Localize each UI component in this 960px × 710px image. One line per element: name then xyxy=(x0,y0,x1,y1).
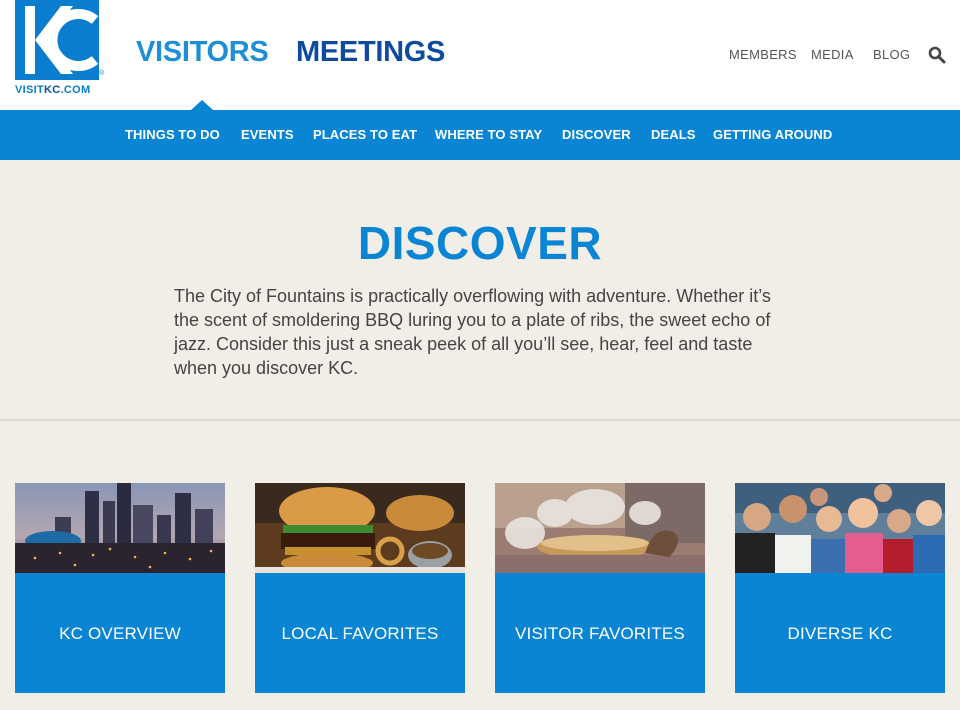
card-label-box: KC OVERVIEW xyxy=(15,573,225,693)
link-media[interactable]: MEDIA xyxy=(811,47,854,62)
card-visitor-favorites[interactable]: VISITOR FAVORITES xyxy=(495,483,705,693)
card-label: LOCAL FAVORITES xyxy=(281,624,439,643)
site-header: ® VISITKC.COM VISITORS MEETINGS MEMBERS … xyxy=(0,0,960,110)
card-diverse-kc[interactable]: DIVERSE KC xyxy=(735,483,945,693)
link-blog[interactable]: BLOG xyxy=(873,47,910,62)
search-icon[interactable] xyxy=(928,46,946,64)
subnav-getting-around[interactable]: GETTING AROUND xyxy=(713,127,832,142)
card-label: DIVERSE KC xyxy=(787,624,893,643)
burger-image xyxy=(255,483,465,573)
intro-paragraph: The City of Fountains is practically ove… xyxy=(174,286,771,378)
card-kc-overview[interactable]: KC OVERVIEW xyxy=(15,483,225,693)
registered-mark: ® xyxy=(99,70,105,77)
card-local-favorites[interactable]: LOCAL FAVORITES xyxy=(255,483,465,693)
crowd-image xyxy=(735,483,945,573)
card-label: KC OVERVIEW xyxy=(59,624,181,643)
active-section-caret xyxy=(191,100,213,110)
logo-wordmark: VISITKC.COM xyxy=(15,84,91,96)
subnav-things-to-do[interactable]: THINGS TO DO xyxy=(125,127,220,142)
card-label-box: LOCAL FAVORITES xyxy=(255,573,465,693)
nav-visitors[interactable]: VISITORS xyxy=(136,36,269,69)
section-subnav: THINGS TO DO EVENTS PLACES TO EAT WHERE … xyxy=(0,110,960,160)
subnav-events[interactable]: EVENTS xyxy=(241,127,294,142)
visitkc-logo[interactable]: ® VISITKC.COM xyxy=(15,0,105,96)
subnav-deals[interactable]: DEALS xyxy=(651,127,696,142)
nav-meetings[interactable]: MEETINGS xyxy=(296,36,445,69)
link-members[interactable]: MEMBERS xyxy=(729,47,797,62)
fountain-image xyxy=(495,483,705,573)
kc-logo-mark xyxy=(15,0,99,80)
subnav-discover[interactable]: DISCOVER xyxy=(562,127,631,142)
kc-skyline-image xyxy=(15,483,225,573)
card-label: VISITOR FAVORITES xyxy=(515,624,685,643)
card-label-box: DIVERSE KC xyxy=(735,573,945,693)
page-title: DISCOVER xyxy=(357,217,603,269)
subnav-where-to-stay[interactable]: WHERE TO STAY xyxy=(435,127,542,142)
section-divider xyxy=(0,419,960,421)
card-label-box: VISITOR FAVORITES xyxy=(495,573,705,693)
subnav-places-to-eat[interactable]: PLACES TO EAT xyxy=(313,127,417,142)
